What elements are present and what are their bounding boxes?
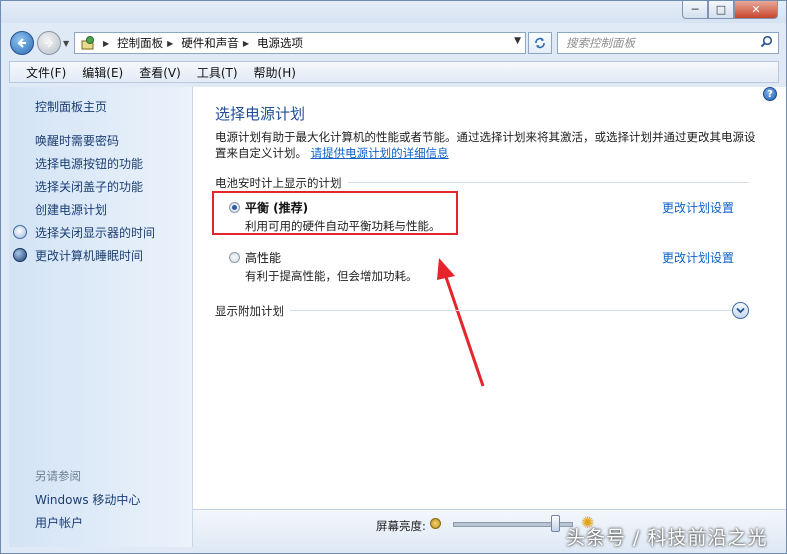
address-bar[interactable]: ▶ 控制面板 ▶ 硬件和声音 ▶ 电源选项 ▼ xyxy=(74,32,526,54)
see-also-mobility-center[interactable]: Windows 移动中心 xyxy=(35,491,140,508)
sleep-moon-icon xyxy=(13,248,27,262)
page-description: 电源计划有助于最大化计算机的性能或者节能。通过选择计划来将其激活，或选择计划并通… xyxy=(215,129,763,161)
breadcrumb-hardware-sound[interactable]: 硬件和声音 xyxy=(181,35,239,51)
sidebar-item-sleep-time[interactable]: 更改计算机睡眠时间 xyxy=(35,247,143,264)
description-text: 电源计划有助于最大化计算机的性能或者节能。通过选择计划来将其激活，或选择计划并通… xyxy=(215,130,756,160)
sidebar-item-wake-password[interactable]: 唤醒时需要密码 xyxy=(35,132,119,149)
breadcrumb-power-options[interactable]: 电源选项 xyxy=(257,35,303,51)
navigation-bar: ▼ ▶ 控制面板 ▶ 硬件和声音 ▶ 电源选项 ▼ 搜索控制面板 xyxy=(1,27,786,59)
menu-help[interactable]: 帮助(H) xyxy=(246,64,304,81)
brightness-slider-thumb[interactable] xyxy=(550,515,560,532)
refresh-icon xyxy=(535,37,545,49)
help-icon[interactable]: ? xyxy=(763,87,777,101)
back-button[interactable] xyxy=(10,31,34,55)
additional-plans-header[interactable]: 显示附加计划 xyxy=(215,303,735,319)
title-bar: ─ □ ✕ xyxy=(1,1,786,23)
sidebar-item-power-button[interactable]: 选择电源按钮的功能 xyxy=(35,155,143,172)
menu-bar: 文件(F) 编辑(E) 查看(V) 工具(T) 帮助(H) xyxy=(9,61,779,83)
menu-file[interactable]: 文件(F) xyxy=(10,64,74,81)
change-plan-settings-link[interactable]: 更改计划设置 xyxy=(662,249,734,266)
maximize-button[interactable]: □ xyxy=(708,1,734,19)
minimize-button[interactable]: ─ xyxy=(682,1,708,19)
display-clock-icon xyxy=(13,225,27,239)
annotation-arrow xyxy=(437,258,485,387)
menu-edit[interactable]: 编辑(E) xyxy=(74,64,131,81)
close-button[interactable]: ✕ xyxy=(734,1,778,19)
change-plan-settings-link[interactable]: 更改计划设置 xyxy=(662,199,734,216)
search-input[interactable]: 搜索控制面板 xyxy=(566,35,760,51)
show-additional-plans-label[interactable]: 显示附加计划 xyxy=(215,303,290,319)
recent-pages-dropdown[interactable]: ▼ xyxy=(63,39,69,48)
refresh-button[interactable] xyxy=(528,32,552,54)
forward-arrow-icon xyxy=(45,38,54,48)
sidebar-item-display-off[interactable]: 选择关闭显示器的时间 xyxy=(35,224,155,241)
plan-radio[interactable] xyxy=(229,252,240,263)
highlight-annotation-box xyxy=(212,191,458,235)
breadcrumb-label: 电源选项 xyxy=(256,36,303,50)
menu-view[interactable]: 查看(V) xyxy=(131,64,189,81)
plan-name[interactable]: 高性能 xyxy=(245,249,281,266)
see-also-user-accounts[interactable]: 用户帐户 xyxy=(35,514,83,531)
breadcrumb-chevron-icon[interactable]: ▶ xyxy=(167,39,173,48)
plan-details-link[interactable]: 请提供电源计划的详细信息 xyxy=(311,146,449,160)
window-controls: ─ □ ✕ xyxy=(682,1,778,19)
plan-description: 有利于提高性能，但会增加功耗。 xyxy=(245,269,418,283)
see-also-header: 另请参阅 xyxy=(35,469,81,483)
search-box[interactable]: 搜索控制面板 xyxy=(557,32,779,54)
control-panel-icon xyxy=(80,35,96,51)
menu-tools[interactable]: 工具(T) xyxy=(189,64,246,81)
sidebar-item-lid-close[interactable]: 选择关闭盖子的功能 xyxy=(35,178,143,195)
section-divider xyxy=(215,310,735,311)
sidebar-item-create-plan[interactable]: 创建电源计划 xyxy=(35,201,107,218)
breadcrumb-root-chevron-icon[interactable]: ▶ xyxy=(103,39,109,48)
task-pane: 控制面板主页 唤醒时需要密码 选择电源按钮的功能 选择关闭盖子的功能 创建电源计… xyxy=(9,87,193,547)
brightness-label: 屏幕亮度: xyxy=(376,519,426,533)
section-label: 电池安时计上显示的计划 xyxy=(215,175,348,191)
back-arrow-icon xyxy=(17,38,26,48)
watermark: 头条号 / 科技前沿之光 xyxy=(566,527,768,549)
dim-sun-icon xyxy=(430,518,441,529)
control-panel-home-link[interactable]: 控制面板主页 xyxy=(35,98,107,115)
search-icon[interactable] xyxy=(760,35,778,52)
plans-section-header: 电池安时计上显示的计划 xyxy=(215,175,749,191)
expand-chevron-icon[interactable] xyxy=(732,302,749,319)
forward-button[interactable] xyxy=(37,31,61,55)
control-panel-window: ─ □ ✕ ▼ ▶ 控制面板 ▶ 硬件和声音 ▶ 电源选项 ▼ 搜索控制面板 文… xyxy=(0,0,787,554)
address-dropdown-icon[interactable]: ▼ xyxy=(514,36,521,46)
breadcrumb-label: 硬件和声音 xyxy=(181,36,239,50)
breadcrumb-label: 控制面板 xyxy=(117,36,164,50)
page-title: 选择电源计划 xyxy=(215,105,306,123)
breadcrumb-chevron-icon[interactable]: ▶ xyxy=(243,39,249,48)
breadcrumb-control-panel[interactable]: 控制面板 xyxy=(117,35,163,51)
